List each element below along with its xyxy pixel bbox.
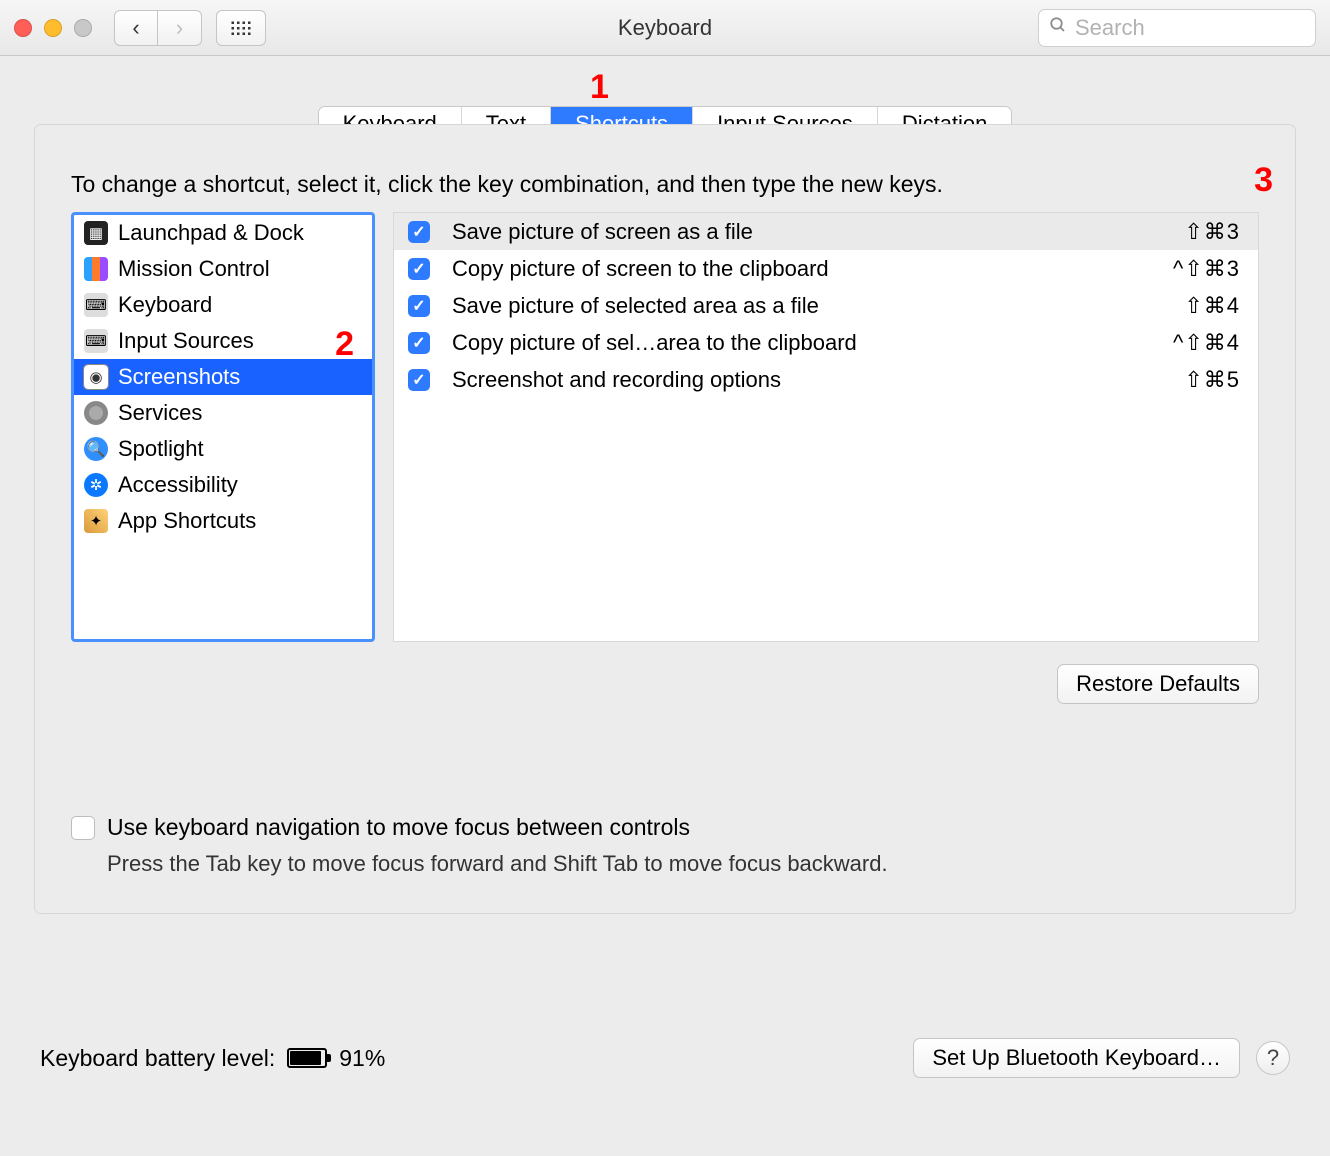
shortcut-checkbox[interactable]: ✓ bbox=[408, 221, 430, 243]
category-label: Spotlight bbox=[118, 436, 204, 462]
input-sources-icon: ⌨ bbox=[84, 329, 108, 353]
battery-icon bbox=[287, 1048, 327, 1068]
accessibility-icon: ✲ bbox=[84, 473, 108, 497]
titlebar: ‹ › Keyboard bbox=[0, 0, 1330, 56]
shortcut-list[interactable]: ✓ Save picture of screen as a file ⇧⌘3 ✓… bbox=[393, 212, 1259, 642]
shortcut-keys[interactable]: ⇧⌘3 bbox=[1184, 219, 1240, 245]
nav-buttons: ‹ › bbox=[114, 10, 202, 46]
category-label: Keyboard bbox=[118, 292, 212, 318]
services-icon bbox=[84, 401, 108, 425]
spotlight-icon: 🔍 bbox=[84, 437, 108, 461]
columns: 2 ▦ Launchpad & Dock Mission Control ⌨ K… bbox=[71, 212, 1259, 642]
keyboard-nav-subtext: Press the Tab key to move focus forward … bbox=[107, 851, 1259, 877]
shortcut-checkbox[interactable]: ✓ bbox=[408, 295, 430, 317]
category-services[interactable]: Services bbox=[74, 395, 372, 431]
category-app-shortcuts[interactable]: ✦ App Shortcuts bbox=[74, 503, 372, 539]
shortcut-row[interactable]: ✓ Copy picture of sel…area to the clipbo… bbox=[394, 324, 1258, 361]
shortcut-label: Copy picture of sel…area to the clipboar… bbox=[452, 330, 1151, 356]
show-all-button[interactable] bbox=[216, 10, 266, 46]
category-label: Accessibility bbox=[118, 472, 238, 498]
keyboard-nav-row: Use keyboard navigation to move focus be… bbox=[71, 814, 1259, 841]
shortcut-keys[interactable]: ⇧⌘4 bbox=[1184, 293, 1240, 319]
grid-icon bbox=[230, 20, 252, 36]
footer: Keyboard battery level: 91% Set Up Bluet… bbox=[0, 1038, 1330, 1078]
shortcut-label: Screenshot and recording options bbox=[452, 367, 1162, 393]
keyboard-nav-section: Use keyboard navigation to move focus be… bbox=[71, 814, 1259, 877]
restore-row: Restore Defaults bbox=[71, 664, 1259, 704]
keyboard-icon: ⌨ bbox=[84, 293, 108, 317]
bluetooth-keyboard-button[interactable]: Set Up Bluetooth Keyboard… bbox=[913, 1038, 1240, 1078]
annotation-3: 3 bbox=[1254, 161, 1273, 200]
help-icon: ? bbox=[1267, 1045, 1279, 1071]
keyboard-nav-checkbox[interactable] bbox=[71, 816, 95, 840]
screenshots-icon: ◉ bbox=[84, 365, 108, 389]
app-shortcuts-icon: ✦ bbox=[84, 509, 108, 533]
shortcut-checkbox[interactable]: ✓ bbox=[408, 258, 430, 280]
keyboard-nav-label: Use keyboard navigation to move focus be… bbox=[107, 814, 690, 841]
annotation-1: 1 bbox=[590, 68, 609, 107]
restore-defaults-button[interactable]: Restore Defaults bbox=[1057, 664, 1259, 704]
shortcut-checkbox[interactable]: ✓ bbox=[408, 332, 430, 354]
category-keyboard[interactable]: ⌨ Keyboard bbox=[74, 287, 372, 323]
shortcut-row[interactable]: ✓ Save picture of screen as a file ⇧⌘3 bbox=[394, 213, 1258, 250]
annotation-2: 2 bbox=[335, 325, 354, 364]
close-window-icon[interactable] bbox=[14, 19, 32, 37]
shortcut-checkbox[interactable]: ✓ bbox=[408, 369, 430, 391]
shortcut-label: Save picture of selected area as a file bbox=[452, 293, 1162, 319]
category-label: Launchpad & Dock bbox=[118, 220, 304, 246]
forward-button: › bbox=[158, 10, 202, 46]
back-button[interactable]: ‹ bbox=[114, 10, 158, 46]
battery-status: Keyboard battery level: 91% bbox=[40, 1045, 385, 1072]
category-input-sources[interactable]: ⌨ Input Sources bbox=[74, 323, 372, 359]
search-icon bbox=[1049, 16, 1067, 40]
category-list[interactable]: 2 ▦ Launchpad & Dock Mission Control ⌨ K… bbox=[71, 212, 375, 642]
category-screenshots[interactable]: ◉ Screenshots bbox=[74, 359, 372, 395]
battery-percent: 91% bbox=[339, 1045, 385, 1072]
category-label: Screenshots bbox=[118, 364, 240, 390]
shortcut-row[interactable]: ✓ Copy picture of screen to the clipboar… bbox=[394, 250, 1258, 287]
chevron-right-icon: › bbox=[176, 15, 183, 41]
shortcut-label: Save picture of screen as a file bbox=[452, 219, 1162, 245]
category-accessibility[interactable]: ✲ Accessibility bbox=[74, 467, 372, 503]
shortcuts-panel: 3 To change a shortcut, select it, click… bbox=[34, 124, 1296, 914]
shortcut-keys[interactable]: ^⇧⌘4 bbox=[1173, 330, 1240, 356]
window-controls bbox=[14, 19, 92, 37]
window-title: Keyboard bbox=[618, 15, 712, 41]
shortcut-label: Copy picture of screen to the clipboard bbox=[452, 256, 1151, 282]
footer-right: Set Up Bluetooth Keyboard… ? bbox=[913, 1038, 1290, 1078]
content: 1 Keyboard Text Shortcuts Input Sources … bbox=[0, 56, 1330, 914]
category-mission-control[interactable]: Mission Control bbox=[74, 251, 372, 287]
mission-control-icon bbox=[84, 257, 108, 281]
chevron-left-icon: ‹ bbox=[132, 15, 139, 41]
category-launchpad-dock[interactable]: ▦ Launchpad & Dock bbox=[74, 215, 372, 251]
shortcut-row[interactable]: ✓ Save picture of selected area as a fil… bbox=[394, 287, 1258, 324]
category-spotlight[interactable]: 🔍 Spotlight bbox=[74, 431, 372, 467]
battery-fill bbox=[290, 1051, 321, 1065]
instruction-text: To change a shortcut, select it, click t… bbox=[71, 171, 1259, 198]
category-label: App Shortcuts bbox=[118, 508, 256, 534]
minimize-window-icon[interactable] bbox=[44, 19, 62, 37]
help-button[interactable]: ? bbox=[1256, 1041, 1290, 1075]
shortcut-keys[interactable]: ⇧⌘5 bbox=[1184, 367, 1240, 393]
battery-label: Keyboard battery level: bbox=[40, 1045, 275, 1072]
shortcut-keys[interactable]: ^⇧⌘3 bbox=[1173, 256, 1240, 282]
search-wrap bbox=[1038, 9, 1316, 47]
category-label: Services bbox=[118, 400, 202, 426]
launchpad-icon: ▦ bbox=[84, 221, 108, 245]
category-label: Mission Control bbox=[118, 256, 270, 282]
category-label: Input Sources bbox=[118, 328, 254, 354]
shortcut-row[interactable]: ✓ Screenshot and recording options ⇧⌘5 bbox=[394, 361, 1258, 398]
search-field[interactable] bbox=[1038, 9, 1316, 47]
fullscreen-window-icon bbox=[74, 19, 92, 37]
search-input[interactable] bbox=[1075, 15, 1305, 41]
